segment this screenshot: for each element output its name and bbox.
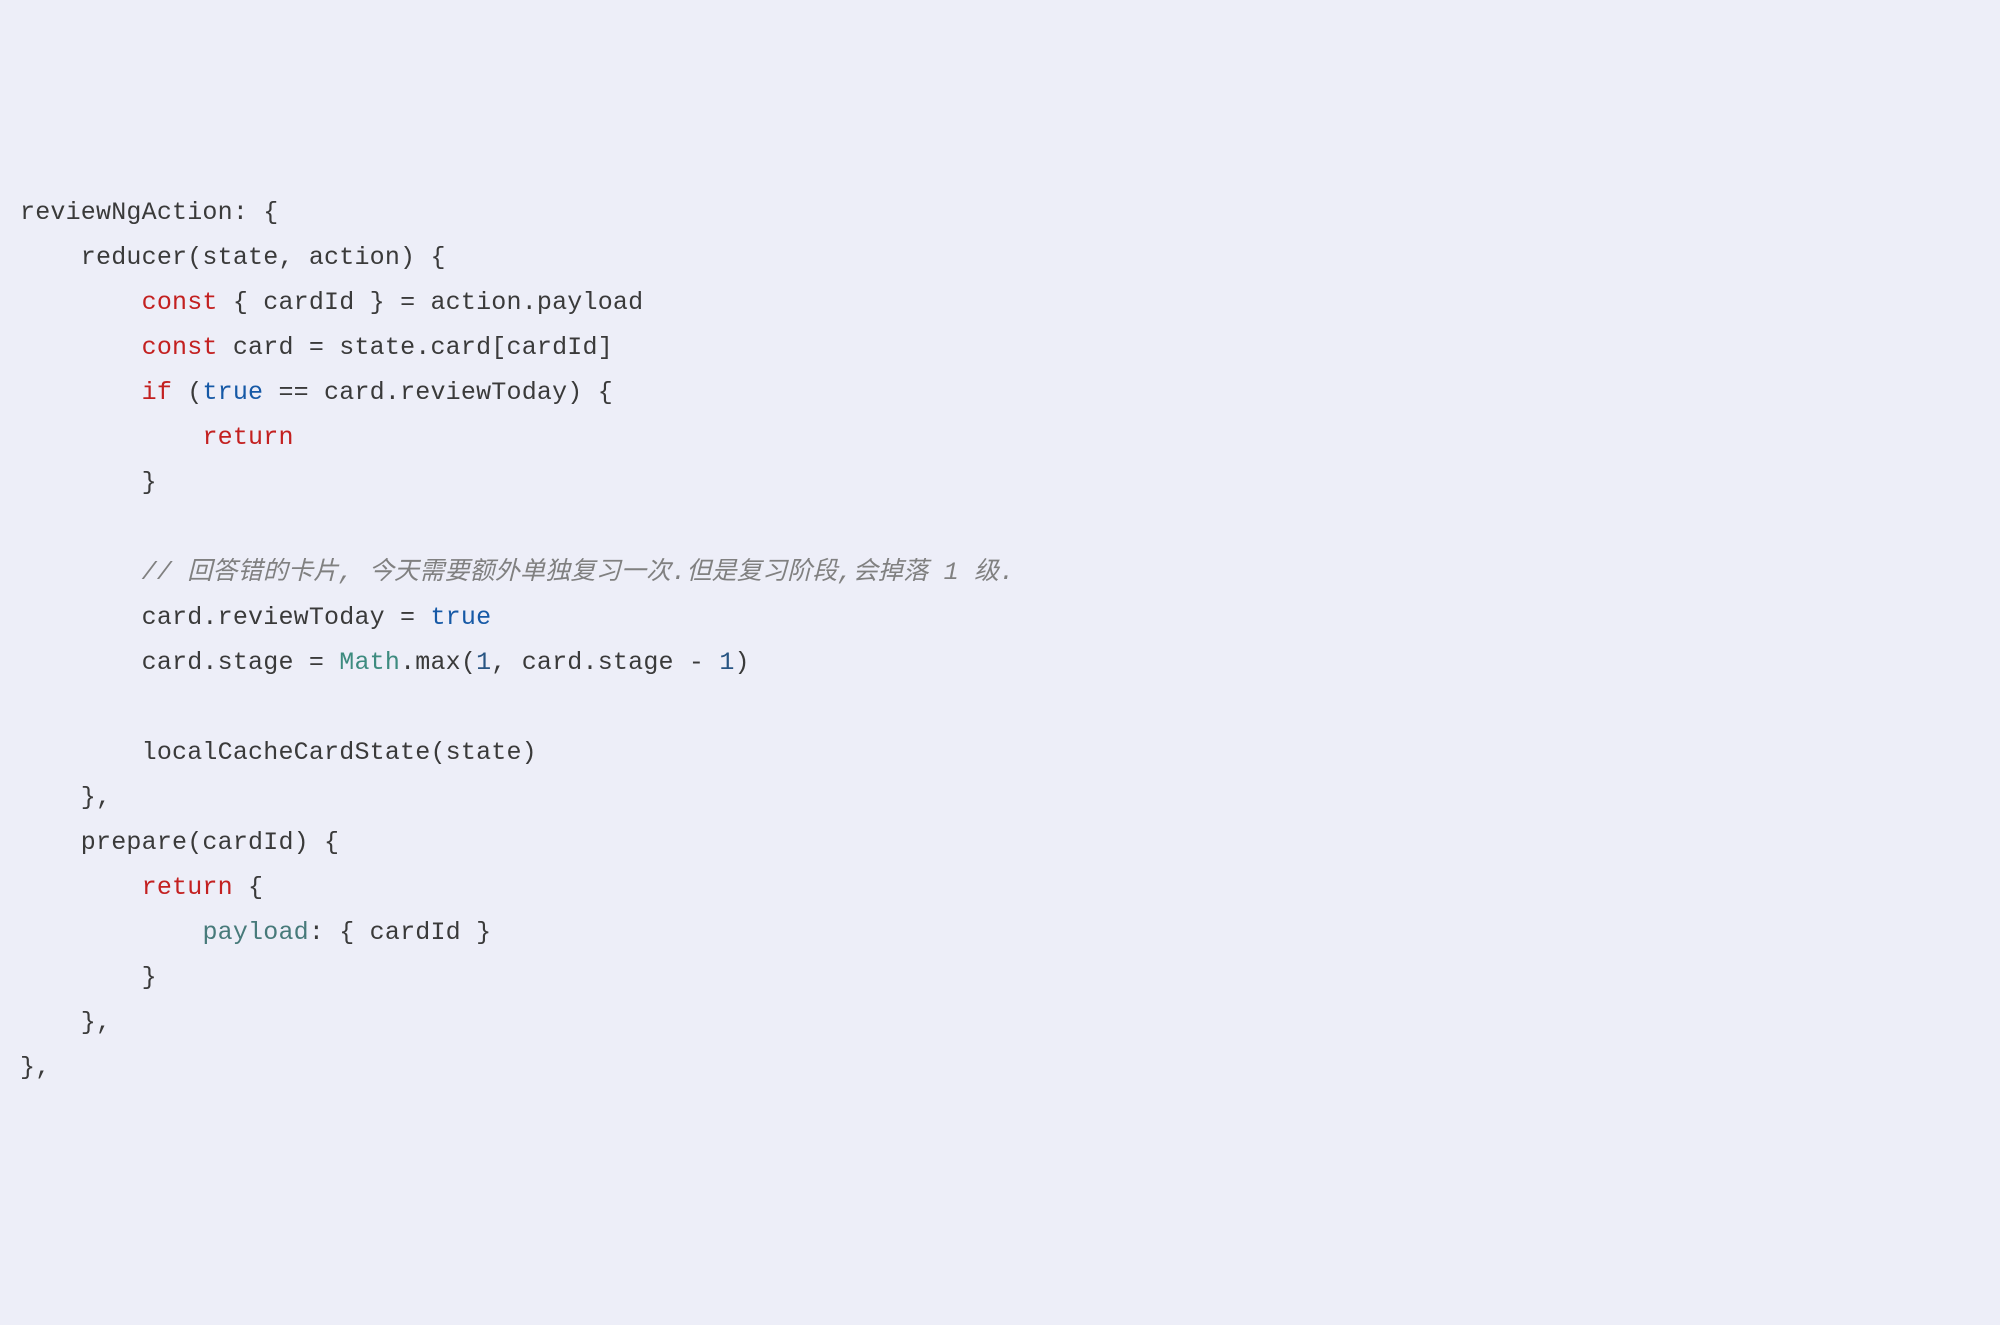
code-text xyxy=(20,693,35,722)
code-text: ( xyxy=(172,378,202,407)
code-line: // 回答错的卡片, 今天需要额外单独复习一次.但是复习阶段,会掉落 1 级. xyxy=(20,550,1980,595)
code-line: localCacheCardState(state) xyxy=(20,730,1980,775)
code-text: }, xyxy=(20,1053,50,1082)
code-text: }, xyxy=(20,1008,111,1037)
code-line xyxy=(20,685,1980,730)
code-line: if (true == card.reviewToday) { xyxy=(20,370,1980,415)
code-line: payload: { cardId } xyxy=(20,910,1980,955)
property-payload: payload xyxy=(202,918,308,947)
code-text: } xyxy=(20,963,157,992)
code-text: , card.stage - xyxy=(491,648,719,677)
code-text: localCacheCardState(state) xyxy=(20,738,537,767)
code-text: ) xyxy=(735,648,750,677)
code-text xyxy=(20,918,202,947)
code-line: }, xyxy=(20,775,1980,820)
code-line: return xyxy=(20,415,1980,460)
keyword-return: return xyxy=(142,873,233,902)
code-text: { cardId } = action.payload xyxy=(218,288,644,317)
keyword-const: const xyxy=(142,333,218,362)
code-text xyxy=(20,513,35,542)
code-text: prepare(cardId) { xyxy=(20,828,339,857)
code-line: card.reviewToday = true xyxy=(20,595,1980,640)
code-line: reviewNgAction: { xyxy=(20,190,1980,235)
code-line: }, xyxy=(20,1045,1980,1090)
number-literal: 1 xyxy=(719,648,734,677)
code-line xyxy=(20,505,1980,550)
code-text: card = state.card[cardId] xyxy=(218,333,613,362)
boolean-true: true xyxy=(202,378,263,407)
code-line: const card = state.card[cardId] xyxy=(20,325,1980,370)
code-line: prepare(cardId) { xyxy=(20,820,1980,865)
number-literal: 1 xyxy=(476,648,491,677)
code-text xyxy=(20,423,202,452)
code-text: .max( xyxy=(400,648,476,677)
code-text: card.reviewToday = xyxy=(20,603,430,632)
class-math: Math xyxy=(339,648,400,677)
boolean-true: true xyxy=(430,603,491,632)
code-text: { xyxy=(233,873,263,902)
code-text xyxy=(20,378,142,407)
code-text xyxy=(20,333,142,362)
code-text: card.stage = xyxy=(20,648,339,677)
code-line: card.stage = Math.max(1, card.stage - 1) xyxy=(20,640,1980,685)
code-line: }, xyxy=(20,1000,1980,1045)
code-text xyxy=(20,873,142,902)
code-comment: // 回答错的卡片, 今天需要额外单独复习一次.但是复习阶段,会掉落 1 级. xyxy=(142,558,1015,587)
code-text: } xyxy=(20,468,157,497)
code-line: } xyxy=(20,955,1980,1000)
code-text: : { cardId } xyxy=(309,918,491,947)
code-block: reviewNgAction: { reducer(state, action)… xyxy=(20,190,1980,1090)
code-text: }, xyxy=(20,783,111,812)
code-text xyxy=(20,558,142,587)
code-text xyxy=(20,288,142,317)
code-line: const { cardId } = action.payload xyxy=(20,280,1980,325)
code-line: reducer(state, action) { xyxy=(20,235,1980,280)
keyword-const: const xyxy=(142,288,218,317)
code-text: reviewNgAction: { xyxy=(20,198,278,227)
code-text: == card.reviewToday) { xyxy=(263,378,613,407)
code-text: reducer(state, action) { xyxy=(20,243,446,272)
code-line: return { xyxy=(20,865,1980,910)
keyword-if: if xyxy=(142,378,172,407)
code-line: } xyxy=(20,460,1980,505)
keyword-return: return xyxy=(202,423,293,452)
